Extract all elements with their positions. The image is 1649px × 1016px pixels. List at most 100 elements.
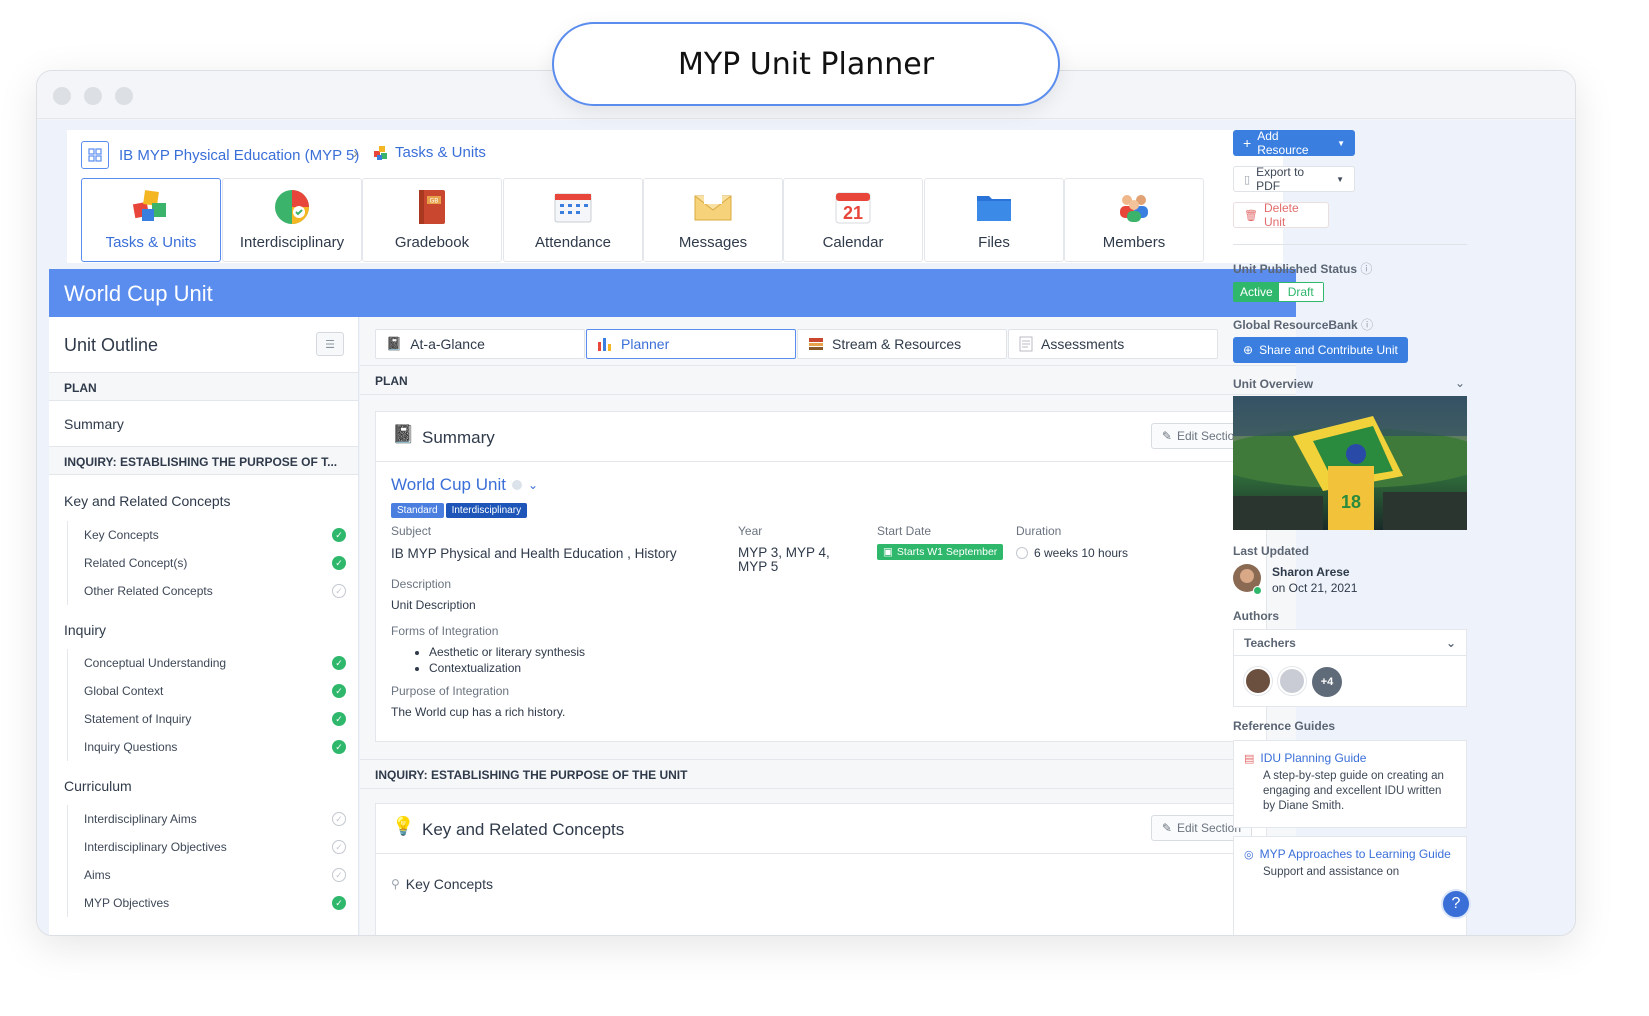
outline-toggle-button[interactable]: ☰ [316,332,344,356]
app-tile-gradebook[interactable]: GB Gradebook [362,178,502,262]
app-tile-messages[interactable]: Messages [643,178,783,262]
file-pdf-icon: ▯ [1244,173,1251,186]
outline-item-label: Interdisciplinary Aims [84,812,197,826]
outline-group-inquiry[interactable]: Inquiry [49,605,358,649]
unit-link-row: World Cup Unit ⌄ [391,475,538,495]
app-tile-label: Files [978,234,1010,251]
tab-at-a-glance[interactable]: 📓 At-a-Glance [375,329,585,359]
tab-planner[interactable]: Planner [586,329,796,359]
outline-item-conceptual-understanding[interactable]: Conceptual Understanding ✓ [68,649,358,677]
updated-by[interactable]: Sharon Arese [1272,565,1350,579]
app-tile-attendance[interactable]: Attendance [503,178,643,262]
avatar[interactable] [1244,667,1272,695]
app-tile-calendar[interactable]: 21 Calendar [783,178,923,262]
published-status-text: Unit Published Status [1233,262,1358,276]
outline-item-label: Statement of Inquiry [84,712,192,726]
folder-icon [974,188,1014,226]
share-contribute-button[interactable]: ⊕ Share and Contribute Unit [1233,337,1408,363]
window-maximize-dot[interactable] [115,87,133,105]
outline-group-curriculum[interactable]: Curriculum [49,761,358,805]
notebook-icon: 📓 [392,424,415,444]
more-authors-badge[interactable]: +4 [1312,667,1342,697]
outline-item-related-concepts[interactable]: Related Concept(s) ✓ [68,549,358,577]
reference-guide-title[interactable]: ◎ MYP Approaches to Learning Guide [1244,847,1456,861]
check-circle-icon: ✓ [332,528,346,542]
lightbulb-icon: 💡 [392,816,415,836]
outline-item-summary[interactable]: Summary [49,401,358,447]
breadcrumb-course[interactable]: IB MYP Physical Education (MYP 5) [119,147,359,164]
status-draft[interactable]: Draft [1278,283,1323,301]
check-circle-icon: ✓ [332,740,346,754]
edit-section-label: Edit Section [1176,429,1241,443]
outline-item-interdisciplinary-aims[interactable]: Interdisciplinary Aims ✓ [68,805,358,833]
outline-item-global-context[interactable]: Global Context ✓ [68,677,358,705]
chevron-down-icon[interactable]: ⌄ [528,478,538,492]
app-tile-interdisciplinary[interactable]: Interdisciplinary [222,178,362,262]
reference-guide-title-text: MYP Approaches to Learning Guide [1259,847,1451,861]
unit-link[interactable]: World Cup Unit [391,475,506,495]
duration-label: Duration [1016,524,1062,538]
app-tile-members[interactable]: Members [1064,178,1204,262]
outline-item-interdisciplinary-objectives[interactable]: Interdisciplinary Objectives ✓ [68,833,358,861]
reference-guide-title-text: IDU Planning Guide [1260,751,1367,765]
help-button[interactable]: ? [1441,889,1471,919]
caret-down-icon: ▼ [1336,174,1344,184]
notebook-icon: 📓 [386,336,403,351]
purpose-value: The World cup has a rich history. [391,705,566,719]
app-tile-label: Messages [678,234,748,251]
breadcrumb-separator: › [353,145,358,162]
outline-item-label: Inquiry Questions [84,740,178,754]
outline-item-statement-of-inquiry[interactable]: Statement of Inquiry ✓ [68,705,358,733]
subject-field: Subject IB MYP Physical and Health Educa… [391,524,677,561]
reference-guide-card[interactable]: ◎ MYP Approaches to Learning Guide Suppo… [1233,836,1467,935]
breadcrumb-current[interactable]: Tasks & Units [373,144,486,161]
app-tile-tasks-units[interactable]: Tasks & Units [81,178,221,262]
unit-overview-label: Unit Overview [1233,377,1314,391]
app-tile-files[interactable]: Files [924,178,1064,262]
publish-status-toggle[interactable]: Active Draft [1233,282,1324,302]
status-active[interactable]: Active [1234,283,1279,301]
avatar[interactable] [1278,667,1306,695]
reference-guide-card[interactable]: ▤ IDU Planning Guide A step-by-step guid… [1233,740,1467,828]
globe-pie-icon [272,188,312,226]
export-pdf-button[interactable]: ▯ Export to PDF ▼ [1233,165,1355,193]
apps-grid-button[interactable] [81,141,109,169]
pdf-icon: ▤ [1244,752,1255,765]
outline-group-key-concepts[interactable]: Key and Related Concepts [49,475,358,521]
outline-item-myp-objectives[interactable]: MYP Objectives ✓ [68,889,358,917]
check-circle-icon: ✓ [332,556,346,570]
authors-select[interactable]: Teachers ⌄ [1234,630,1466,656]
reference-guide-desc: Support and assistance on [1263,866,1400,878]
window-close-dot[interactable] [53,87,71,105]
outline-item-aims[interactable]: Aims ✓ [68,861,358,889]
tag-standard: Standard [391,503,444,518]
tab-stream-resources[interactable]: Stream & Resources [797,329,1007,359]
chevron-down-icon[interactable]: ⌄ [1455,376,1465,390]
check-circle-icon: ✓ [332,656,346,670]
add-resource-button[interactable]: + Add Resource ▼ [1233,129,1355,157]
key-icon: ⚲ [391,877,400,891]
status-dot-icon [511,480,522,490]
outline-item-key-concepts[interactable]: Key Concepts ✓ [68,521,358,549]
reference-guide-title[interactable]: ▤ IDU Planning Guide [1244,751,1456,765]
calendar-icon: 21 [833,188,873,226]
svg-text:GB: GB [430,198,439,205]
edit-section-label: Edit Section [1176,821,1241,835]
tab-assessments[interactable]: Assessments [1008,329,1218,359]
outline-item-other-related[interactable]: Other Related Concepts ✓ [68,577,358,605]
empty-check-icon: ✓ [332,584,346,598]
resourcebank-text: Global ResourceBank [1233,318,1358,332]
outline-group-title: Key and Related Concepts [64,493,231,509]
outline-item-inquiry-questions[interactable]: Inquiry Questions ✓ [68,733,358,761]
summary-card-header: 📓 Summary ✎ Edit Section [376,412,1266,462]
stadium-fans-image: 18 [1233,396,1467,530]
puzzle-icon [374,145,387,160]
unit-overview-image: 18 [1233,396,1467,530]
delete-unit-button[interactable]: 🗑 Delete Unit [1233,201,1329,229]
check-circle-icon: ✓ [332,684,346,698]
planner-section-plan: PLAN [360,365,1296,395]
window-minimize-dot[interactable] [84,87,102,105]
outline-sublist: Key Concepts ✓ Related Concept(s) ✓ Other … [67,521,358,605]
share-contribute-label: Share and Contribute Unit [1259,343,1398,357]
empty-check-icon: ✓ [332,812,346,826]
